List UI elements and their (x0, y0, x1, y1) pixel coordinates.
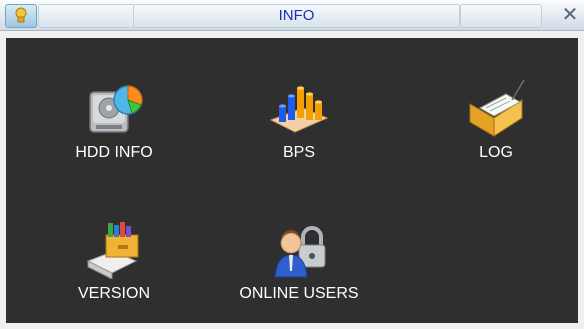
menu-item-label: LOG (479, 144, 513, 161)
menu-item-label: VERSION (77, 285, 150, 302)
title-bar-segment-right (460, 4, 542, 28)
online-users-icon (269, 219, 329, 279)
version-drawer-icon (84, 219, 144, 280)
title-bar: INFO ✕ (0, 0, 584, 31)
hdd-info-icon (84, 78, 144, 138)
close-button[interactable]: ✕ (560, 5, 580, 25)
bps-chart-icon (269, 78, 329, 138)
menu-item-log[interactable]: LOG (421, 78, 571, 188)
menu-item-version[interactable]: VERSION (39, 219, 189, 329)
menu-item-label: BPS (282, 144, 315, 161)
menu-item-online-users[interactable]: ONLINE USERS (224, 219, 374, 329)
log-folder-icon (466, 78, 526, 138)
info-menu-panel: HDD INFO BPS LOG VERSION ONLINE USERS (6, 38, 578, 323)
menu-item-hdd-info[interactable]: HDD INFO (39, 78, 189, 188)
menu-item-bps[interactable]: BPS (224, 78, 374, 188)
menu-item-label: ONLINE USERS (239, 285, 359, 302)
title-bar-segment-left (38, 4, 135, 28)
app-icon (5, 4, 37, 28)
window-title: INFO (133, 4, 460, 28)
info-window: INFO ✕ HDD INFO BPS LOG VERSION ONLINE U… (0, 0, 584, 329)
menu-item-label: HDD INFO (75, 144, 153, 161)
